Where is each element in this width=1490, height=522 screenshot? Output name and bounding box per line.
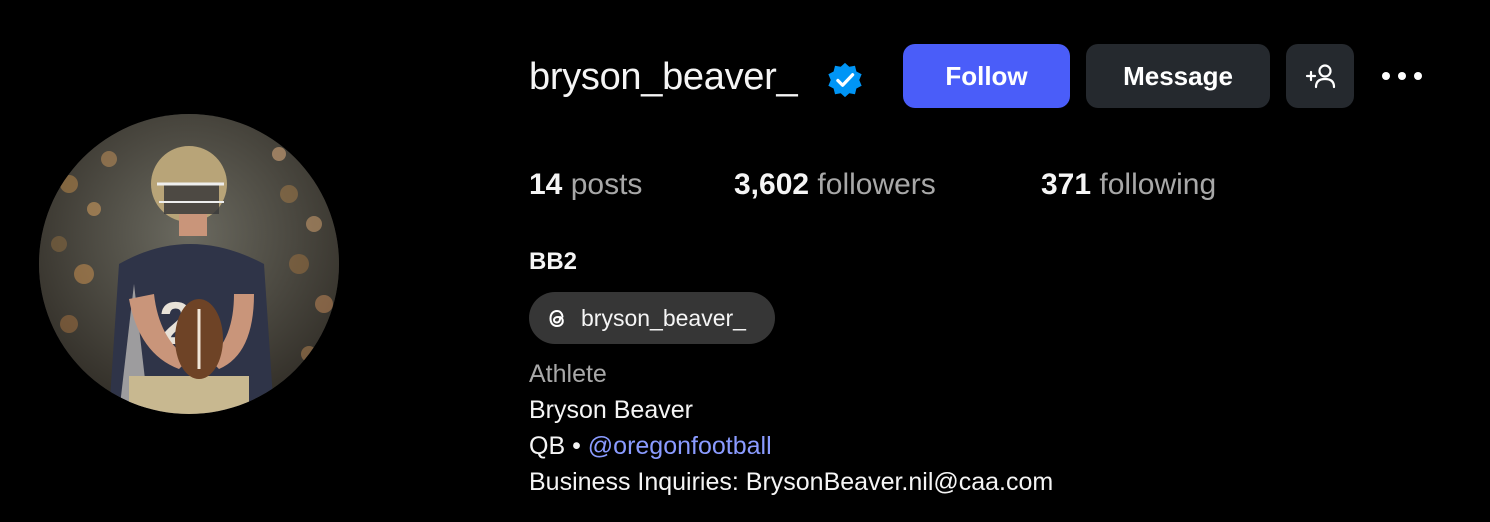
profile-header: 2 bryson_beaver_ Follow Message 14 posts… xyxy=(0,0,1490,522)
followers-label: followers xyxy=(817,168,936,201)
posts-number: 14 xyxy=(529,168,563,201)
suggested-accounts-button[interactable] xyxy=(1286,44,1354,108)
followers-number: 3,602 xyxy=(734,168,810,201)
following-label: following xyxy=(1099,168,1217,201)
bio-business-line: Business Inquiries: BrysonBeaver.nil@caa… xyxy=(529,468,1054,496)
profile-username: bryson_beaver_ xyxy=(529,56,798,98)
followers-count-link[interactable]: 3,602 followers xyxy=(734,164,936,206)
threads-icon xyxy=(549,309,564,328)
bio-name-line: Bryson Beaver xyxy=(529,396,693,424)
profile-category: Athlete xyxy=(529,360,607,388)
bio-role-prefix: QB xyxy=(529,432,566,460)
threads-profile-link[interactable]: bryson_beaver_ xyxy=(529,292,775,344)
message-button[interactable]: Message xyxy=(1086,44,1270,108)
more-horizontal-icon xyxy=(1382,72,1422,80)
following-count-link[interactable]: 371 following xyxy=(1041,164,1216,206)
posts-count: 14 posts xyxy=(529,164,642,206)
avatar-photo: 2 xyxy=(39,114,339,414)
bio-role-line: QB • @oregonfootball xyxy=(529,428,772,464)
team-mention-link[interactable]: @oregonfootball xyxy=(588,432,772,460)
threads-handle: bryson_beaver_ xyxy=(581,304,746,331)
more-options-button[interactable] xyxy=(1374,56,1430,96)
verified-badge-icon xyxy=(828,62,862,98)
following-number: 371 xyxy=(1041,168,1092,201)
posts-label: posts xyxy=(570,168,643,201)
profile-avatar[interactable]: 2 xyxy=(39,114,339,414)
bio-separator: • xyxy=(572,432,581,460)
profile-display-name: BB2 xyxy=(529,248,578,275)
follow-button[interactable]: Follow xyxy=(903,44,1070,108)
add-person-icon xyxy=(1305,64,1336,89)
